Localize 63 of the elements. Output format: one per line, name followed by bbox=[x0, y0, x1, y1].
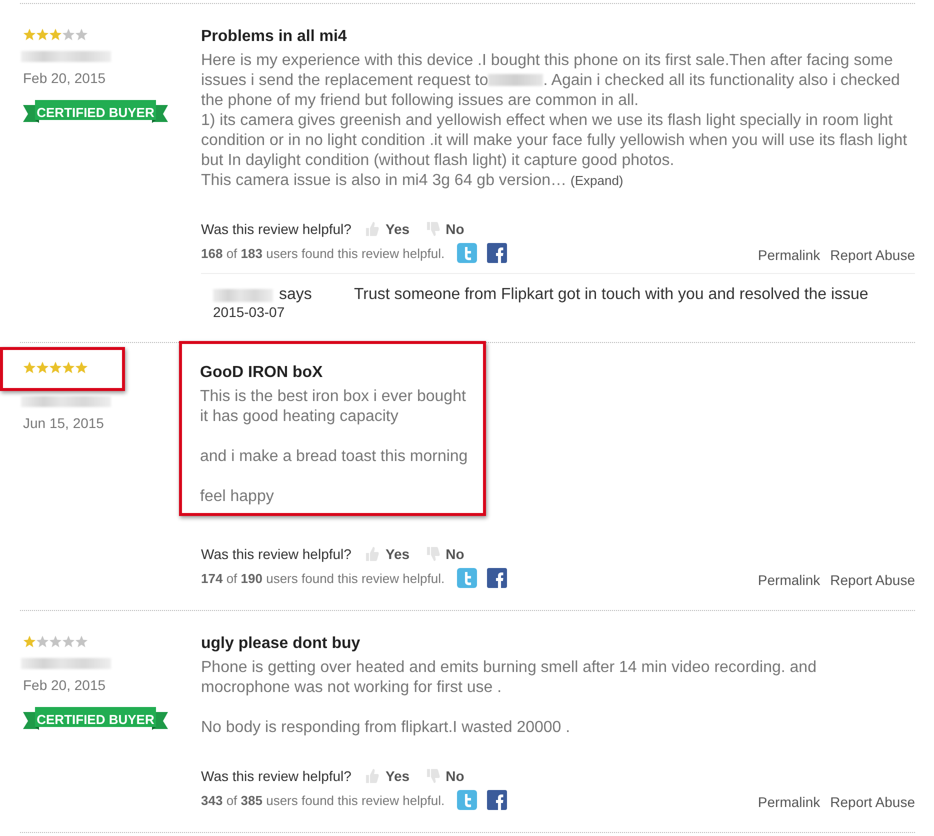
social-share-icon[interactable] bbox=[486, 790, 507, 810]
review-date: Feb 20, 2015 bbox=[23, 677, 107, 693]
review-text: it has good heating capacity bbox=[200, 407, 400, 427]
star-icon bbox=[75, 361, 88, 374]
review-text: 1) its camera gives greenish and yellowish effect when we use its flash light specially in room light condition or in no light condition .it will make your face fully yellowish when you will use its flash light but In daylight condition (without flash light) it capture good photos. bbox=[201, 111, 908, 171]
says-label: says bbox=[279, 286, 312, 304]
review-text: This is the best iron box i ever bought bbox=[200, 387, 467, 407]
helpful-count: 168 of 183 users found this review helpful. bbox=[201, 246, 445, 260]
review-title: GooD IRON boX bbox=[200, 364, 324, 382]
star-icon bbox=[23, 361, 36, 374]
star-icon bbox=[49, 28, 62, 41]
permalink-link[interactable]: Permalink bbox=[758, 794, 820, 810]
comment-date: 2015-03-07 bbox=[213, 304, 286, 320]
review-text: This camera issue is also in mi4 3g 64 gb version… bbox=[201, 172, 566, 189]
review-text: mocrophone was not working for first use . bbox=[201, 678, 503, 698]
thumbs-down-icon bbox=[426, 546, 440, 562]
star-icon bbox=[36, 28, 49, 41]
no-button[interactable]: No bbox=[446, 546, 464, 562]
review-text: feel happy bbox=[200, 487, 275, 507]
no-button[interactable]: No bbox=[446, 768, 464, 784]
no-button[interactable]: No bbox=[446, 221, 464, 237]
star-icon bbox=[49, 361, 62, 374]
review-date: Feb 20, 2015 bbox=[23, 70, 107, 86]
star-icon bbox=[62, 28, 75, 41]
report-abuse-link[interactable]: Report Abuse bbox=[830, 572, 915, 588]
comment-text: Trust someone from Flipkart got in touch with you and resolved the issue bbox=[354, 286, 868, 305]
star-icon bbox=[62, 361, 75, 374]
review-text: Here is my experience with this device .I bought this phone on its first sale.Then after facing some issues i send the replacement request to . Again i checked all its functionality also i checked the phone of my friend but following issues are common in all. bbox=[201, 51, 901, 111]
thumbs-up-icon bbox=[365, 546, 380, 562]
yes-button[interactable]: Yes bbox=[385, 768, 410, 784]
review-text: No body is responding from flipkart.I wasted 20000 . bbox=[201, 718, 572, 738]
yes-button[interactable]: Yes bbox=[385, 221, 410, 237]
helpful-count: 174 of 190 users found this review helpful. bbox=[201, 570, 445, 586]
star-icon bbox=[49, 635, 62, 648]
thumbs-down-icon bbox=[426, 221, 440, 237]
review-date: Jun 15, 2015 bbox=[23, 415, 105, 431]
expand-link[interactable]: (Expand) bbox=[570, 173, 624, 188]
yes-button[interactable]: Yes bbox=[385, 546, 410, 562]
permalink-link[interactable]: Permalink bbox=[758, 247, 820, 263]
blurred-name bbox=[213, 288, 273, 302]
review-title: ugly please dont buy bbox=[201, 635, 362, 653]
report-abuse-link[interactable]: Report Abuse bbox=[830, 794, 915, 810]
thumbs-up-icon bbox=[365, 768, 380, 784]
helpful-count: 343 of 385 users found this review helpful. bbox=[201, 792, 445, 808]
social-share-icon[interactable] bbox=[486, 568, 507, 588]
star-icon bbox=[23, 28, 36, 41]
helpful-question: Was this review helpful? bbox=[201, 221, 352, 237]
review-title: Problems in all mi4 bbox=[201, 28, 348, 46]
star-icon bbox=[62, 635, 75, 648]
thumbs-down-icon bbox=[426, 768, 440, 784]
report-abuse-link[interactable]: Report Abuse bbox=[830, 247, 915, 263]
star-icon bbox=[75, 635, 88, 648]
thumbs-up-icon bbox=[365, 221, 380, 237]
social-share-icon[interactable] bbox=[486, 243, 507, 263]
star-icon bbox=[36, 635, 49, 648]
star-icon bbox=[23, 635, 36, 648]
star-icon bbox=[75, 28, 88, 41]
helpful-question: Was this review helpful? bbox=[201, 768, 352, 784]
helpful-question: Was this review helpful? bbox=[201, 546, 352, 562]
star-icon bbox=[36, 361, 49, 374]
permalink-link[interactable]: Permalink bbox=[758, 572, 820, 588]
review-text: and i make a bread toast this morning bbox=[200, 447, 468, 467]
review-text: Phone is getting over heated and emits burning smell after 14 min video recording. and bbox=[201, 658, 816, 678]
